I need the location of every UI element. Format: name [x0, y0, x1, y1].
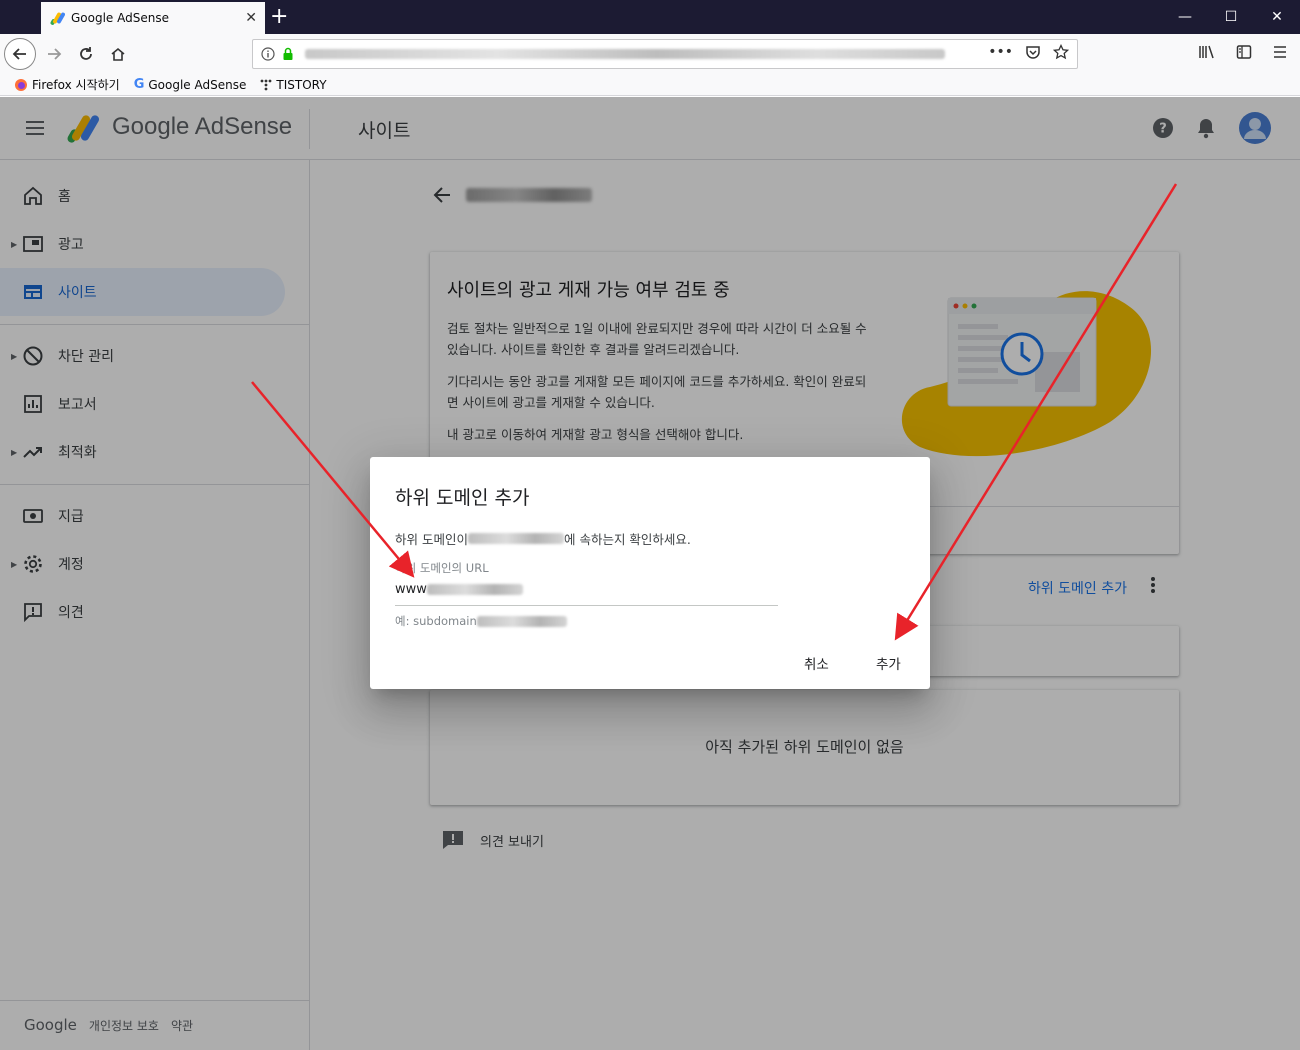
subdomain-url-input[interactable]: www	[395, 582, 523, 597]
google-g-icon: G	[133, 77, 145, 92]
cancel-button[interactable]: 취소	[804, 653, 829, 673]
sidebar-toggle-icon[interactable]	[1236, 44, 1252, 60]
firefox-icon	[15, 78, 27, 91]
minimize-button[interactable]: —	[1162, 0, 1208, 34]
home-icon	[111, 47, 125, 61]
bookmark-label: Google AdSense	[148, 77, 247, 92]
new-tab-button[interactable]: +	[270, 4, 288, 30]
bookmarks-bar: Firefox 시작하기 G Google AdSense TISTORY	[0, 74, 1300, 96]
domain-redacted	[467, 533, 564, 544]
add-button[interactable]: 추가	[876, 653, 901, 673]
tab-title: Google AdSense	[71, 11, 169, 25]
browser-tab-bar: Google AdSense ✕ + — ☐ ✕	[0, 0, 1300, 34]
desc-suffix: 에 속하는지 확인하세요.	[563, 532, 691, 547]
tab-close-icon[interactable]: ✕	[245, 10, 257, 26]
bookmark-adsense[interactable]: G Google AdSense	[134, 77, 247, 92]
adsense-favicon-icon	[50, 12, 65, 25]
home-button[interactable]	[102, 38, 134, 70]
desc-prefix: 하위 도메인이	[395, 532, 468, 547]
arrow-left-icon	[12, 48, 26, 60]
bookmark-star-icon[interactable]	[1053, 44, 1069, 60]
browser-tab[interactable]: Google AdSense ✕	[41, 2, 265, 34]
reload-button[interactable]	[70, 38, 102, 70]
dialog-title: 하위 도메인 추가	[395, 487, 530, 509]
subdomain-url-hint: 예: subdomain	[395, 613, 567, 629]
tistory-icon	[260, 79, 272, 90]
input-value-prefix: www	[395, 582, 427, 597]
subdomain-url-label: 하위 도메인의 URL	[395, 561, 489, 575]
input-value-redacted	[426, 584, 523, 595]
dialog-description: 하위 도메인이 에 속하는지 확인하세요.	[395, 529, 691, 548]
url-text-redacted	[305, 49, 945, 59]
library-icon[interactable]	[1198, 44, 1216, 60]
back-button[interactable]	[4, 38, 36, 70]
page-actions-icon[interactable]: •••	[988, 44, 1013, 60]
browser-nav-bar: •••	[0, 34, 1300, 74]
add-subdomain-dialog: 하위 도메인 추가 하위 도메인이 에 속하는지 확인하세요. 하위 도메인의 …	[370, 457, 930, 689]
hint-redacted	[476, 615, 567, 627]
forward-button[interactable]	[38, 38, 70, 70]
hint-prefix: 예: subdomain	[395, 614, 477, 628]
close-window-button[interactable]: ✕	[1254, 0, 1300, 34]
bookmark-firefox[interactable]: Firefox 시작하기	[14, 76, 120, 93]
maximize-button[interactable]: ☐	[1208, 0, 1254, 34]
info-icon	[261, 47, 275, 61]
bookmark-tistory[interactable]: TISTORY	[260, 77, 327, 92]
reload-icon	[80, 47, 92, 60]
url-bar[interactable]: •••	[252, 39, 1078, 69]
input-underline	[395, 605, 778, 606]
lock-icon	[283, 47, 293, 60]
bookmark-label: Firefox 시작하기	[32, 78, 120, 92]
arrow-right-icon	[48, 48, 62, 60]
bookmark-label: TISTORY	[276, 77, 327, 92]
pocket-icon[interactable]	[1025, 44, 1041, 60]
window-controls: — ☐ ✕	[1162, 0, 1300, 34]
menu-icon[interactable]	[1272, 44, 1288, 60]
